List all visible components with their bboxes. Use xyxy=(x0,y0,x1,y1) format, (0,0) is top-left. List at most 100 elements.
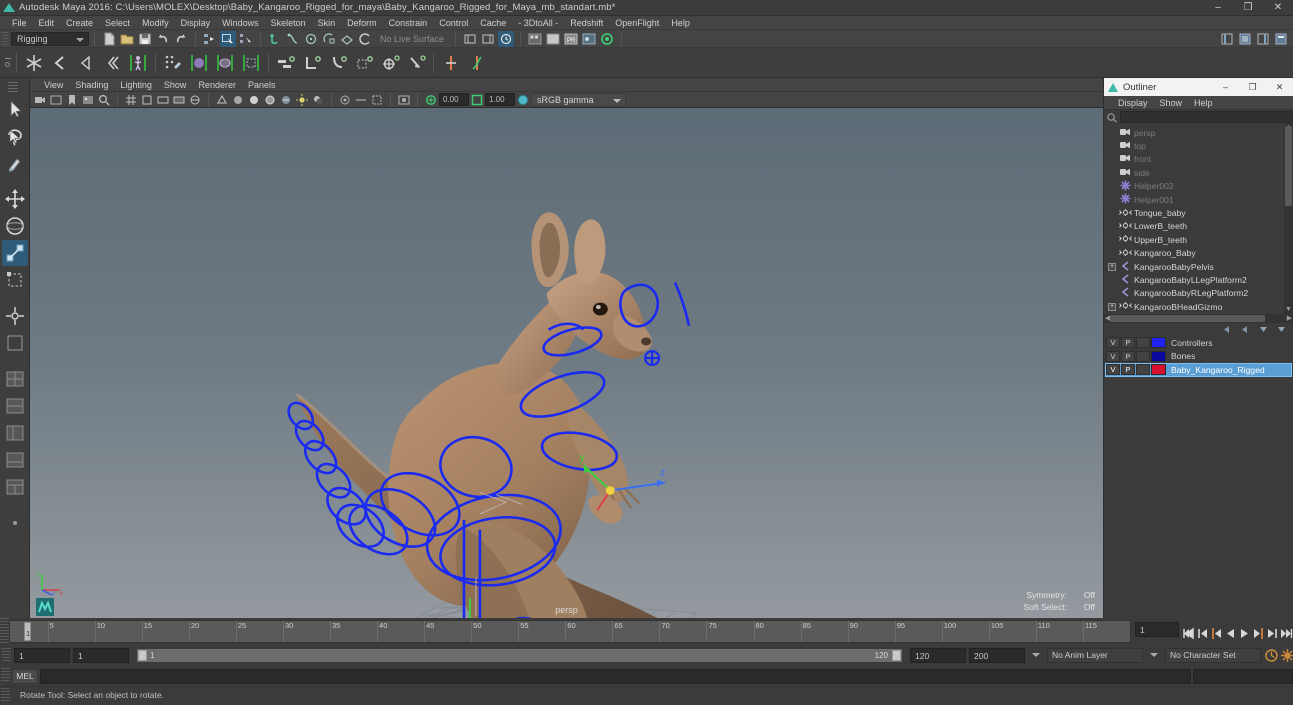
show-hide-channel-box-icon[interactable] xyxy=(1255,31,1271,47)
outliner-menu-help[interactable]: Help xyxy=(1188,96,1219,110)
layout-single-perspective[interactable] xyxy=(2,366,28,392)
perspective-viewport[interactable]: z y Symmetry: Off Soft Select: Off persp… xyxy=(30,108,1103,618)
shaded-wireframe-icon[interactable] xyxy=(263,93,277,107)
search-icon[interactable] xyxy=(1106,112,1118,123)
layer-row[interactable]: V P Baby_Kangaroo_Rigged xyxy=(1105,362,1292,377)
input-connections-icon[interactable] xyxy=(462,31,478,47)
smooth-shade-all-icon[interactable] xyxy=(247,93,261,107)
outliner-item[interactable]: UpperB_teeth xyxy=(1104,233,1293,246)
scale-tool[interactable] xyxy=(2,240,28,266)
last-tool-used[interactable] xyxy=(2,330,28,356)
step-back-frame-button[interactable] xyxy=(1196,626,1209,641)
shelf-handle[interactable] xyxy=(3,51,12,75)
snap-point-icon[interactable] xyxy=(303,31,319,47)
render-current-frame-icon[interactable] xyxy=(527,31,543,47)
hypershade-icon[interactable] xyxy=(581,31,597,47)
chevron-down-icon[interactable] xyxy=(1150,653,1158,657)
smooth-skin-icon[interactable] xyxy=(213,51,237,75)
lasso-tool[interactable] xyxy=(2,123,28,149)
layer-next-icon[interactable] xyxy=(1258,325,1269,334)
use-all-lights-icon[interactable] xyxy=(295,93,309,107)
character-set-dropdown[interactable]: No Character Set xyxy=(1165,647,1261,663)
menu-openflight[interactable]: OpenFlight xyxy=(609,16,665,30)
layer-playback-toggle[interactable]: P xyxy=(1121,364,1135,376)
multisample-aa-icon[interactable] xyxy=(370,93,384,107)
range-slider-grip[interactable] xyxy=(2,647,11,663)
chevron-down-icon[interactable] xyxy=(1032,653,1040,657)
layer-row[interactable]: V P Bones xyxy=(1106,350,1291,363)
render-view-icon[interactable] xyxy=(599,31,615,47)
menu-deform[interactable]: Deform xyxy=(341,16,383,30)
layer-visible-toggle[interactable]: V xyxy=(1106,364,1120,376)
layer-color-swatch[interactable] xyxy=(1151,350,1166,362)
image-plane-icon[interactable] xyxy=(81,93,95,107)
outliner-minimize-button[interactable]: – xyxy=(1212,78,1239,96)
select-object-icon[interactable] xyxy=(220,30,236,47)
step-back-key-button[interactable] xyxy=(1210,626,1223,641)
playback-start-time-field[interactable]: 1 xyxy=(73,647,129,663)
menu-control[interactable]: Control xyxy=(433,16,474,30)
layer-state-toggle[interactable] xyxy=(1136,337,1150,349)
anim-start-time-field[interactable]: 1 xyxy=(14,647,70,663)
mirror-joint-icon[interactable] xyxy=(74,51,98,75)
layout-four-view[interactable] xyxy=(2,393,28,419)
ik-spline-handle-icon[interactable] xyxy=(465,51,489,75)
aim-constraint-icon[interactable] xyxy=(378,51,402,75)
layer-visible-toggle[interactable]: V xyxy=(1106,337,1120,349)
menu-cache[interactable]: Cache xyxy=(474,16,512,30)
gamma-reset-icon[interactable] xyxy=(470,93,484,107)
select-component-icon[interactable] xyxy=(238,31,254,47)
outliner-vertical-scrollbar[interactable]: ▲ ▼ xyxy=(1284,124,1293,314)
outliner-item[interactable]: Tongue_baby xyxy=(1104,206,1293,219)
menu-constrain[interactable]: Constrain xyxy=(383,16,434,30)
minimize-button[interactable]: – xyxy=(1203,0,1233,16)
layout-persp-graph[interactable] xyxy=(2,447,28,473)
rotate-tool[interactable] xyxy=(2,213,28,239)
scrollbar-thumb[interactable] xyxy=(1285,126,1292,206)
playback-end-time-field[interactable]: 120 xyxy=(910,647,966,663)
play-forwards-button[interactable] xyxy=(1238,626,1251,641)
viewport-menu-renderer[interactable]: Renderer xyxy=(192,78,242,92)
auto-keyframe-toggle-icon[interactable] xyxy=(1264,648,1278,663)
smooth-shade-icon[interactable] xyxy=(231,93,245,107)
redo-icon[interactable] xyxy=(173,31,189,47)
command-line-grip[interactable] xyxy=(1,668,10,682)
menu-help[interactable]: Help xyxy=(665,16,696,30)
outliner-item[interactable]: Helper002 xyxy=(1104,180,1293,193)
expand-toggle-icon[interactable]: + xyxy=(1108,262,1116,271)
bind-skin-icon[interactable] xyxy=(126,51,150,75)
menu-create[interactable]: Create xyxy=(60,16,99,30)
current-frame-field[interactable]: 1 xyxy=(1135,622,1179,637)
menu-display[interactable]: Display xyxy=(175,16,217,30)
menu-skeleton[interactable]: Skeleton xyxy=(265,16,312,30)
outliner-item[interactable]: LowerB_teeth xyxy=(1104,220,1293,233)
parent-constraint-icon[interactable] xyxy=(274,51,298,75)
ipr-render-icon[interactable] xyxy=(545,31,561,47)
orient-constraint-icon[interactable] xyxy=(326,51,350,75)
snap-grid-icon[interactable] xyxy=(267,31,283,47)
time-slider-grip[interactable] xyxy=(0,618,9,644)
layer-next2-icon[interactable] xyxy=(1276,325,1287,334)
layout-outliner-persp[interactable] xyxy=(2,420,28,446)
twod-pan-zoom-icon[interactable] xyxy=(97,93,111,107)
textured-icon[interactable] xyxy=(279,93,293,107)
shadows-icon[interactable] xyxy=(311,93,325,107)
point-constraint-icon[interactable] xyxy=(300,51,324,75)
step-forward-key-button[interactable] xyxy=(1252,626,1265,641)
screen-space-ao-icon[interactable] xyxy=(338,93,352,107)
move-tool[interactable] xyxy=(2,186,28,212)
resolution-gate-icon[interactable] xyxy=(156,93,170,107)
menu-3dtoall[interactable]: - 3DtoAll - xyxy=(512,16,564,30)
help-line-grip[interactable] xyxy=(1,688,10,702)
layer-prev-icon[interactable] xyxy=(1222,325,1233,334)
outliner-item[interactable]: persp xyxy=(1104,126,1293,139)
universal-manipulator-tool[interactable] xyxy=(2,267,28,293)
viewport-menu-view[interactable]: View xyxy=(38,78,69,92)
color-management-toggle-icon[interactable] xyxy=(397,93,411,107)
outliner-item[interactable]: top xyxy=(1104,139,1293,152)
show-hide-attribute-editor-icon[interactable] xyxy=(1219,31,1235,47)
bookmark-icon[interactable] xyxy=(65,93,79,107)
command-input[interactable] xyxy=(40,668,1191,684)
outliner-item[interactable]: + KangarooBHeadGizmo xyxy=(1104,300,1293,313)
outliner-horizontal-scrollbar[interactable]: ◀ ▶ xyxy=(1104,313,1293,323)
